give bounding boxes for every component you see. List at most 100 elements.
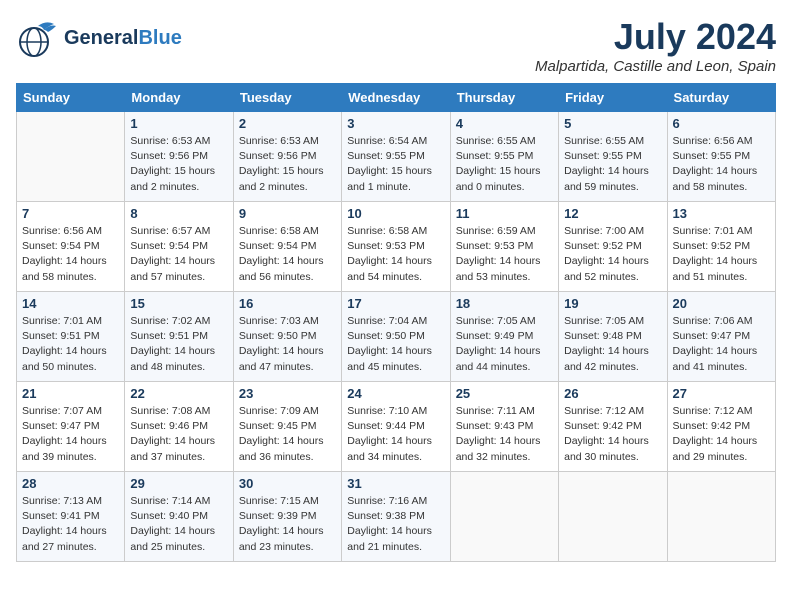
day-info: Sunrise: 7:16 AM Sunset: 9:38 PM Dayligh… (347, 494, 444, 555)
calendar-cell: 19Sunrise: 7:05 AM Sunset: 9:48 PM Dayli… (559, 292, 667, 382)
weekday-friday: Friday (559, 84, 667, 112)
calendar-cell: 23Sunrise: 7:09 AM Sunset: 9:45 PM Dayli… (233, 382, 341, 472)
day-info: Sunrise: 7:01 AM Sunset: 9:52 PM Dayligh… (673, 224, 770, 285)
day-info: Sunrise: 7:09 AM Sunset: 9:45 PM Dayligh… (239, 404, 336, 465)
day-info: Sunrise: 6:57 AM Sunset: 9:54 PM Dayligh… (130, 224, 227, 285)
day-info: Sunrise: 7:12 AM Sunset: 9:42 PM Dayligh… (673, 404, 770, 465)
logo: GeneralBlue (16, 16, 182, 60)
weekday-thursday: Thursday (450, 84, 558, 112)
day-info: Sunrise: 7:07 AM Sunset: 9:47 PM Dayligh… (22, 404, 119, 465)
calendar-cell: 28 Sunrise: 7:13 AM Sunset: 9:41 PM Dayli… (17, 472, 125, 562)
calendar-cell: 14Sunrise: 7:01 AM Sunset: 9:51 PM Dayli… (17, 292, 125, 382)
week-row-1: 1 Sunrise: 6:53 AM Sunset: 9:56 PM Daylig… (17, 112, 776, 202)
day-info: Sunrise: 6:53 AM Sunset: 9:56 PM Dayligh… (239, 134, 336, 195)
calendar-cell: 8 Sunrise: 6:57 AM Sunset: 9:54 PM Daylig… (125, 202, 233, 292)
calendar-cell: 30Sunrise: 7:15 AM Sunset: 9:39 PM Dayli… (233, 472, 341, 562)
day-number: 8 (130, 206, 227, 221)
day-number: 21 (22, 386, 119, 401)
logo-line2: Blue (138, 27, 181, 49)
calendar-cell: 6 Sunrise: 6:56 AM Sunset: 9:55 PM Daylig… (667, 112, 775, 202)
calendar-cell: 18 Sunrise: 7:05 AM Sunset: 9:49 PM Dayli… (450, 292, 558, 382)
day-info: Sunrise: 7:13 AM Sunset: 9:41 PM Dayligh… (22, 494, 119, 555)
calendar-cell: 31 Sunrise: 7:16 AM Sunset: 9:38 PM Dayli… (342, 472, 450, 562)
page-header: GeneralBlue July 2024 Malpartida, Castil… (16, 16, 776, 75)
day-number: 1 (130, 116, 227, 131)
weekday-saturday: Saturday (667, 84, 775, 112)
day-number: 31 (347, 476, 444, 491)
day-info: Sunrise: 7:12 AM Sunset: 9:42 PM Dayligh… (564, 404, 661, 465)
day-info: Sunrise: 7:05 AM Sunset: 9:49 PM Dayligh… (456, 314, 553, 375)
day-info: Sunrise: 7:00 AM Sunset: 9:52 PM Dayligh… (564, 224, 661, 285)
title-block: July 2024 Malpartida, Castille and Leon,… (535, 16, 776, 75)
day-info: Sunrise: 6:58 AM Sunset: 9:54 PM Dayligh… (239, 224, 336, 285)
day-info: Sunrise: 7:10 AM Sunset: 9:44 PM Dayligh… (347, 404, 444, 465)
day-info: Sunrise: 6:56 AM Sunset: 9:55 PM Dayligh… (673, 134, 770, 195)
day-info: Sunrise: 7:08 AM Sunset: 9:46 PM Dayligh… (130, 404, 227, 465)
week-row-5: 28 Sunrise: 7:13 AM Sunset: 9:41 PM Dayli… (17, 472, 776, 562)
day-number: 16 (239, 296, 336, 311)
calendar-cell: 17 Sunrise: 7:04 AM Sunset: 9:50 PM Dayli… (342, 292, 450, 382)
day-info: Sunrise: 7:06 AM Sunset: 9:47 PM Dayligh… (673, 314, 770, 375)
weekday-monday: Monday (125, 84, 233, 112)
calendar-cell: 10 Sunrise: 6:58 AM Sunset: 9:53 PM Dayli… (342, 202, 450, 292)
calendar-header: SundayMondayTuesdayWednesdayThursdayFrid… (17, 84, 776, 112)
day-number: 4 (456, 116, 553, 131)
day-info: Sunrise: 6:56 AM Sunset: 9:54 PM Dayligh… (22, 224, 119, 285)
calendar-cell (559, 472, 667, 562)
day-number: 18 (456, 296, 553, 311)
week-row-3: 14Sunrise: 7:01 AM Sunset: 9:51 PM Dayli… (17, 292, 776, 382)
logo-line1: General (64, 27, 138, 49)
day-number: 17 (347, 296, 444, 311)
weekday-tuesday: Tuesday (233, 84, 341, 112)
day-number: 15 (130, 296, 227, 311)
day-info: Sunrise: 7:01 AM Sunset: 9:51 PM Dayligh… (22, 314, 119, 375)
calendar-cell: 2 Sunrise: 6:53 AM Sunset: 9:56 PM Daylig… (233, 112, 341, 202)
calendar-cell: 13 Sunrise: 7:01 AM Sunset: 9:52 PM Dayli… (667, 202, 775, 292)
calendar-cell (450, 472, 558, 562)
calendar-body: 1 Sunrise: 6:53 AM Sunset: 9:56 PM Daylig… (17, 112, 776, 562)
calendar-cell: 15 Sunrise: 7:02 AM Sunset: 9:51 PM Dayli… (125, 292, 233, 382)
day-number: 6 (673, 116, 770, 131)
day-number: 2 (239, 116, 336, 131)
day-number: 3 (347, 116, 444, 131)
calendar-cell: 22 Sunrise: 7:08 AM Sunset: 9:46 PM Dayli… (125, 382, 233, 472)
week-row-2: 7 Sunrise: 6:56 AM Sunset: 9:54 PM Daylig… (17, 202, 776, 292)
day-info: Sunrise: 6:54 AM Sunset: 9:55 PM Dayligh… (347, 134, 444, 195)
calendar-cell: 9 Sunrise: 6:58 AM Sunset: 9:54 PM Daylig… (233, 202, 341, 292)
day-number: 10 (347, 206, 444, 221)
location: Malpartida, Castille and Leon, Spain (535, 58, 776, 75)
day-number: 25 (456, 386, 553, 401)
weekday-sunday: Sunday (17, 84, 125, 112)
day-info: Sunrise: 6:55 AM Sunset: 9:55 PM Dayligh… (564, 134, 661, 195)
logo-icon (16, 16, 60, 60)
month-title: July 2024 (535, 16, 776, 58)
calendar-cell: 11Sunrise: 6:59 AM Sunset: 9:53 PM Dayli… (450, 202, 558, 292)
day-number: 11 (456, 206, 553, 221)
calendar-cell: 16Sunrise: 7:03 AM Sunset: 9:50 PM Dayli… (233, 292, 341, 382)
calendar-cell: 21 Sunrise: 7:07 AM Sunset: 9:47 PM Dayli… (17, 382, 125, 472)
week-row-4: 21 Sunrise: 7:07 AM Sunset: 9:47 PM Dayli… (17, 382, 776, 472)
calendar-cell: 4Sunrise: 6:55 AM Sunset: 9:55 PM Daylig… (450, 112, 558, 202)
calendar-table: SundayMondayTuesdayWednesdayThursdayFrid… (16, 83, 776, 562)
weekday-row: SundayMondayTuesdayWednesdayThursdayFrid… (17, 84, 776, 112)
calendar-cell: 12Sunrise: 7:00 AM Sunset: 9:52 PM Dayli… (559, 202, 667, 292)
day-number: 22 (130, 386, 227, 401)
calendar-cell: 25 Sunrise: 7:11 AM Sunset: 9:43 PM Dayli… (450, 382, 558, 472)
day-number: 29 (130, 476, 227, 491)
day-info: Sunrise: 7:15 AM Sunset: 9:39 PM Dayligh… (239, 494, 336, 555)
day-number: 19 (564, 296, 661, 311)
day-number: 28 (22, 476, 119, 491)
day-info: Sunrise: 7:04 AM Sunset: 9:50 PM Dayligh… (347, 314, 444, 375)
day-number: 24 (347, 386, 444, 401)
day-info: Sunrise: 7:02 AM Sunset: 9:51 PM Dayligh… (130, 314, 227, 375)
day-number: 26 (564, 386, 661, 401)
day-number: 27 (673, 386, 770, 401)
day-info: Sunrise: 7:11 AM Sunset: 9:43 PM Dayligh… (456, 404, 553, 465)
calendar-cell: 1Sunrise: 6:53 AM Sunset: 9:56 PM Daylig… (125, 112, 233, 202)
day-number: 7 (22, 206, 119, 221)
day-info: Sunrise: 6:58 AM Sunset: 9:53 PM Dayligh… (347, 224, 444, 285)
day-number: 9 (239, 206, 336, 221)
day-number: 5 (564, 116, 661, 131)
day-number: 13 (673, 206, 770, 221)
calendar-cell: 20Sunrise: 7:06 AM Sunset: 9:47 PM Dayli… (667, 292, 775, 382)
